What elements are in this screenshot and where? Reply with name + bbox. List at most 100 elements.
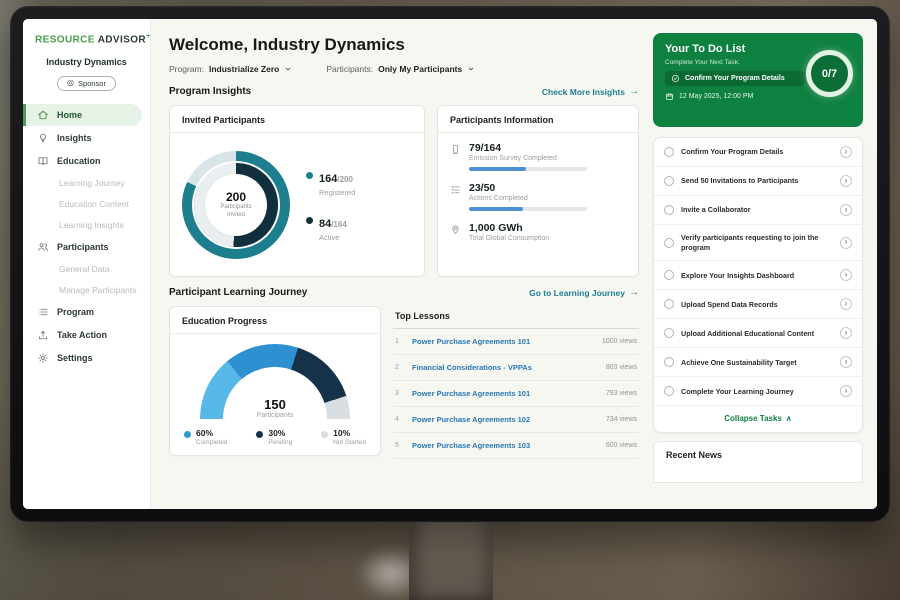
checkbox-icon[interactable]	[664, 238, 674, 248]
monitor-stand	[409, 516, 493, 600]
legend-label: Not Started	[333, 439, 366, 446]
checkbox-icon[interactable]	[664, 205, 674, 215]
recent-news-title: Recent News	[666, 450, 850, 460]
chevron-right-icon[interactable]: ›	[840, 385, 852, 397]
lesson-link[interactable]: Power Purchase Agreements 101	[412, 337, 530, 346]
upload-action-icon	[37, 329, 49, 341]
checkbox-icon[interactable]	[664, 270, 674, 280]
sidebar-item-label: Program	[57, 307, 94, 317]
task-item[interactable]: Invite a Collaborator ›	[654, 196, 862, 225]
task-label: Complete Your Learning Journey	[681, 387, 825, 397]
sidebar-item-learning-journey[interactable]: Learning Journey	[23, 173, 150, 193]
task-item[interactable]: Verify participants requesting to join t…	[654, 225, 862, 261]
org-name: Industry Dynamics	[23, 57, 150, 67]
sponsor-badge[interactable]: ◎ Sponsor	[57, 76, 116, 91]
task-item[interactable]: Achieve One Sustainability Target ›	[654, 348, 862, 377]
sidebar-item-label: Learning Insights	[59, 220, 124, 230]
sidebar-item-general-data[interactable]: General Data	[23, 259, 150, 279]
lesson-views: 734 views	[606, 416, 637, 423]
learning-journey-header: Participant Learning Journey Go to Learn…	[169, 287, 639, 298]
todo-due-label: 12 May 2025, 12:00 PM	[679, 93, 753, 100]
stat-actions-completed: 23/50 Actions Completed	[450, 182, 626, 211]
todo-tasks-card: Confirm Your Program Details › Send 50 I…	[653, 137, 863, 433]
location-pin-icon	[450, 224, 461, 235]
participants-filter-value: Only My Participants	[378, 64, 462, 74]
sponsor-label: Sponsor	[78, 79, 106, 88]
progress-bar	[469, 207, 587, 211]
check-circle-icon	[671, 74, 680, 83]
checkbox-icon[interactable]	[664, 328, 674, 338]
legend-dot	[306, 172, 313, 179]
program-filter-dropdown[interactable]: Program: Industrialize Zero	[169, 64, 292, 74]
chevron-up-icon: ∧	[786, 414, 792, 423]
checkbox-icon[interactable]	[664, 299, 674, 309]
sidebar-item-label: General Data	[59, 264, 110, 274]
program-filter-label: Program:	[169, 64, 204, 74]
checkbox-icon[interactable]	[664, 386, 674, 396]
stat-value: 23/50	[469, 182, 587, 194]
logo-plus: +	[146, 33, 151, 40]
logo-resource: RESOURCE	[35, 34, 95, 45]
sidebar-item-settings[interactable]: Settings	[23, 347, 150, 369]
sidebar-item-program[interactable]: Program	[23, 301, 150, 323]
sidebar-item-learning-insights[interactable]: Learning Insights	[23, 215, 150, 235]
lesson-link[interactable]: Power Purchase Agreements 102	[412, 415, 530, 424]
collapse-label: Collapse Tasks	[724, 414, 782, 423]
checkbox-icon[interactable]	[664, 357, 674, 367]
sidebar-item-home[interactable]: Home	[23, 104, 142, 126]
chevron-right-icon[interactable]: ›	[840, 356, 852, 368]
gauge-legend: 60% Completed 30% Pending	[170, 419, 380, 446]
lesson-link[interactable]: Financial Considerations - VPPAs	[412, 363, 532, 372]
legend-dot	[256, 431, 263, 438]
chevron-right-icon[interactable]: ›	[840, 327, 852, 339]
chevron-right-icon[interactable]: ›	[840, 146, 852, 158]
task-item[interactable]: Send 50 Invitations to Participants ›	[654, 167, 862, 196]
task-item[interactable]: Confirm Your Program Details ›	[654, 138, 862, 167]
todo-progress-ring: 0/7	[806, 50, 853, 97]
task-item[interactable]: Upload Additional Educational Content ›	[654, 319, 862, 348]
chevron-right-icon[interactable]: ›	[840, 175, 852, 187]
sidebar-item-participants[interactable]: Participants	[23, 236, 150, 258]
legend-label: Completed	[196, 439, 227, 446]
sidebar-item-label: Education	[57, 156, 101, 166]
sidebar-item-label: Manage Participants	[59, 285, 137, 295]
chevron-right-icon[interactable]: ›	[840, 237, 852, 249]
chevron-right-icon[interactable]: ›	[840, 269, 852, 281]
lesson-link[interactable]: Power Purchase Agreements 103	[412, 441, 530, 450]
task-item[interactable]: Upload Spend Data Records ›	[654, 290, 862, 319]
legend-item-completed: 60% Completed	[184, 428, 227, 446]
legend-label: Registered	[319, 188, 355, 197]
list-icon	[37, 306, 49, 318]
lesson-link[interactable]: Power Purchase Agreements 101	[412, 389, 530, 398]
sidebar-item-insights[interactable]: Insights	[23, 127, 150, 149]
participants-filter-dropdown[interactable]: Participants: Only My Participants	[326, 64, 475, 74]
task-item[interactable]: Complete Your Learning Journey ›	[654, 377, 862, 406]
stat-global-consumption: 1,000 GWh Total Global Consumption	[450, 222, 626, 242]
checkbox-icon[interactable]	[664, 147, 674, 157]
chevron-right-icon[interactable]: ›	[840, 204, 852, 216]
todo-next-task[interactable]: Confirm Your Program Details	[665, 71, 805, 86]
chevron-right-icon[interactable]: ›	[840, 298, 852, 310]
sidebar-item-education-content[interactable]: Education Content	[23, 194, 150, 214]
people-icon	[37, 241, 49, 253]
filter-bar: Program: Industrialize Zero Participants…	[169, 64, 639, 74]
logo-advisor: ADVISOR	[98, 34, 146, 45]
sidebar-item-manage-participants[interactable]: Manage Participants	[23, 280, 150, 300]
legend-dot	[321, 431, 328, 438]
sidebar-item-education[interactable]: Education	[23, 150, 150, 172]
lesson-rank: 2	[395, 364, 404, 371]
progress-bar	[469, 167, 587, 171]
lesson-rank: 5	[395, 442, 404, 449]
lesson-views: 600 views	[606, 442, 637, 449]
lesson-views: 803 views	[606, 364, 637, 371]
chevron-down-icon	[467, 65, 475, 73]
go-to-learning-journey-link[interactable]: Go to Learning Journey →	[529, 287, 639, 298]
donut-center: 200 Participants Invited	[207, 176, 265, 234]
task-item[interactable]: Explore Your Insights Dashboard ›	[654, 261, 862, 290]
collapse-tasks-button[interactable]: Collapse Tasks ∧	[654, 406, 862, 432]
check-more-insights-link[interactable]: Check More Insights →	[542, 86, 639, 97]
todo-next-task-label: Confirm Your Program Details	[685, 75, 785, 82]
checkbox-icon[interactable]	[664, 176, 674, 186]
sidebar-item-take-action[interactable]: Take Action	[23, 324, 150, 346]
lesson-row: 4 Power Purchase Agreements 102 734 view…	[393, 407, 639, 433]
